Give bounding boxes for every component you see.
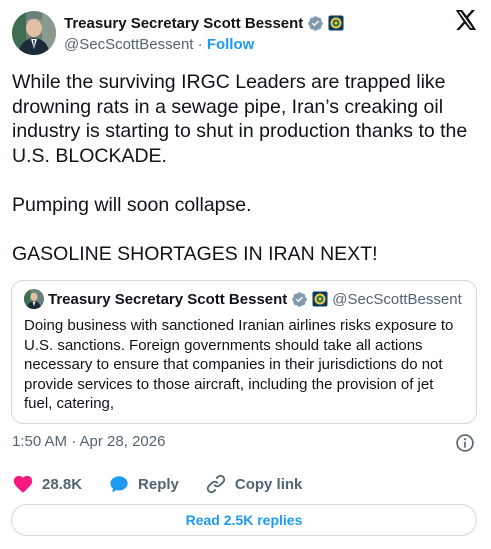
treasury-seal-icon	[328, 15, 344, 31]
copy-link-button[interactable]: Copy link	[205, 473, 303, 495]
tweet-timestamp[interactable]: 1:50 AM · Apr 28, 2026	[12, 433, 165, 450]
quoted-tweet-text: Doing business with sanctioned Iranian a…	[24, 317, 454, 412]
reply-label: Reply	[138, 475, 179, 493]
author-avatar[interactable]	[12, 11, 56, 55]
author-name[interactable]: Treasury Secretary Scott Bessent	[64, 15, 303, 32]
x-logo-icon[interactable]	[453, 8, 477, 32]
copy-link-label: Copy link	[234, 475, 303, 493]
gray-verified-check-icon	[308, 15, 324, 31]
author-handle[interactable]: @SecScottBessent	[64, 36, 193, 53]
link-icon	[206, 474, 226, 494]
quoted-tweet[interactable]: Treasury Secretary Scott Bessent @SecSco…	[11, 280, 477, 424]
info-icon[interactable]	[455, 433, 475, 453]
heart-icon	[13, 475, 33, 493]
quoted-author-handle: @SecScottBessent	[332, 290, 462, 308]
reply-button[interactable]: Reply	[108, 473, 179, 495]
reply-bubble-icon	[110, 476, 128, 493]
tweet-header: Treasury Secretary Scott Bessent @SecSco…	[12, 11, 479, 57]
tweet-text: While the surviving IRGC Leaders are tra…	[12, 71, 468, 265]
treasury-seal-icon	[312, 291, 328, 307]
quoted-author-name: Treasury Secretary Scott Bessent	[48, 290, 288, 308]
like-count: 28.8K	[42, 475, 83, 493]
like-button[interactable]: 28.8K	[12, 473, 82, 495]
read-replies-button[interactable]: Read 2.5K replies	[11, 504, 477, 536]
gray-verified-check-icon	[292, 291, 308, 307]
handle-separator: ·	[193, 36, 207, 53]
tweet-actions: 28.8K Reply Copy link	[12, 472, 328, 496]
follow-button[interactable]: Follow	[207, 36, 255, 53]
quoted-author-avatar	[24, 289, 44, 309]
